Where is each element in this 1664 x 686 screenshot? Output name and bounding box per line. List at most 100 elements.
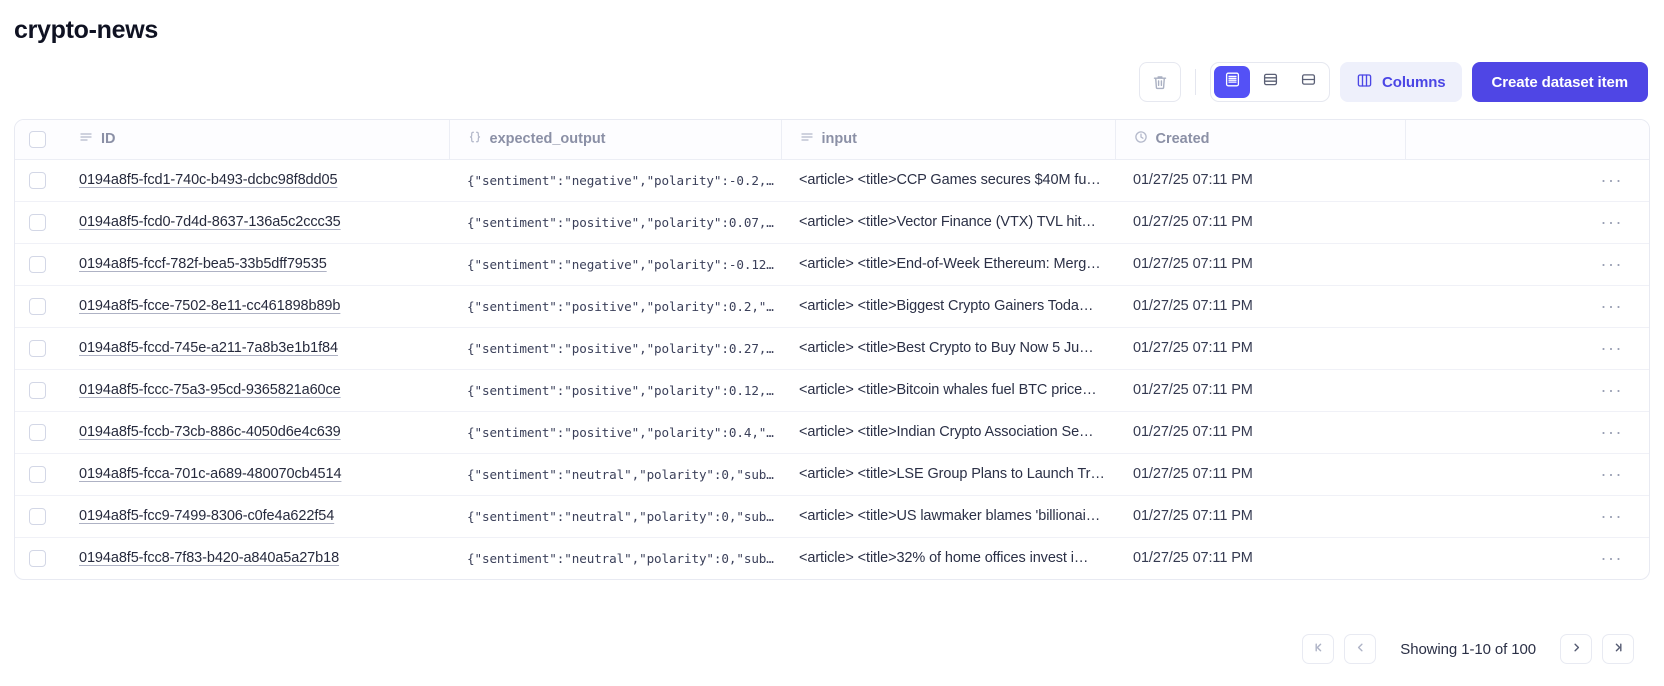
row-select-checkbox[interactable]	[29, 339, 46, 357]
cell-id: 0194a8f5-fccc-75a3-95cd-9365821a60ce	[61, 369, 449, 412]
cell-actions: ···	[1405, 495, 1649, 538]
row-actions-menu-button[interactable]: ···	[1423, 548, 1649, 569]
dataset-item-link[interactable]: 0194a8f5-fcc9-7499-8306-c0fe4a622f54	[79, 508, 334, 524]
row-select-cell	[15, 327, 61, 370]
create-dataset-item-label: Create dataset item	[1491, 73, 1629, 91]
row-select-checkbox[interactable]	[29, 549, 46, 567]
table-row[interactable]: 0194a8f5-fccd-745e-a211-7a8b3e1b1f84 {"se…	[15, 327, 1649, 370]
table-body: 0194a8f5-fcd1-740c-b493-dcbc98f8dd05 {"se…	[15, 159, 1649, 579]
expected-output-value: {"sentiment":"positive","polarity":0.2,"…	[467, 298, 781, 314]
table-row[interactable]: 0194a8f5-fccf-782f-bea5-33b5dff79535 {"se…	[15, 243, 1649, 286]
input-value: <article> <title>32% of home offices inv…	[799, 550, 1089, 567]
cell-id: 0194a8f5-fccd-745e-a211-7a8b3e1b1f84	[61, 327, 449, 370]
columns-button[interactable]: Columns	[1340, 62, 1462, 102]
row-select-checkbox[interactable]	[29, 171, 46, 189]
pagination-status: Showing 1-10 of 100	[1400, 640, 1536, 658]
created-value: 01/27/25 07:11 PM	[1133, 382, 1253, 398]
braces-icon	[468, 130, 482, 148]
input-value: <article> <title>Vector Finance (VTX) TV…	[799, 214, 1096, 230]
first-page-button[interactable]	[1302, 634, 1335, 664]
cell-actions: ···	[1405, 453, 1649, 496]
row-select-checkbox[interactable]	[29, 423, 46, 441]
cell-actions: ···	[1405, 159, 1649, 202]
column-header-expected-output[interactable]: expected_output	[449, 120, 782, 160]
next-page-button[interactable]	[1560, 634, 1592, 664]
table-row[interactable]: 0194a8f5-fcc9-7499-8306-c0fe4a622f54 {"se…	[15, 495, 1649, 538]
row-actions-menu-button[interactable]: ···	[1423, 296, 1649, 317]
dataset-item-link[interactable]: 0194a8f5-fccd-745e-a211-7a8b3e1b1f84	[79, 340, 338, 356]
dataset-item-link[interactable]: 0194a8f5-fcd0-7d4d-8637-136a5c2ccc35	[79, 214, 341, 230]
cell-created: 01/27/25 07:11 PM	[1115, 159, 1405, 202]
table-row[interactable]: 0194a8f5-fccc-75a3-95cd-9365821a60ce {"se…	[15, 369, 1649, 412]
cell-actions: ···	[1405, 537, 1649, 579]
dataset-item-link[interactable]: 0194a8f5-fccb-73cb-886c-4050d6e4c639	[79, 424, 341, 440]
input-value: <article> <title>Indian Crypto Associati…	[799, 424, 1094, 440]
row-actions-menu-button[interactable]: ···	[1423, 254, 1649, 275]
row-select-checkbox[interactable]	[29, 381, 46, 399]
row-actions-menu-button[interactable]: ···	[1423, 338, 1649, 359]
cell-id: 0194a8f5-fcc9-7499-8306-c0fe4a622f54	[61, 495, 449, 538]
table-row[interactable]: 0194a8f5-fcd0-7d4d-8637-136a5c2ccc35 {"se…	[15, 201, 1649, 244]
create-dataset-item-button[interactable]: Create dataset item	[1471, 62, 1648, 102]
row-height-large-button[interactable]	[1290, 66, 1326, 98]
trash-icon	[1152, 74, 1168, 91]
dataset-item-link[interactable]: 0194a8f5-fccf-782f-bea5-33b5dff79535	[79, 256, 327, 272]
dataset-item-link[interactable]: 0194a8f5-fcca-701c-a689-480070cb4514	[79, 466, 342, 482]
cell-created: 01/27/25 07:11 PM	[1115, 369, 1405, 412]
column-header-input[interactable]: input	[781, 120, 1116, 160]
row-actions-menu-button[interactable]: ···	[1423, 464, 1649, 485]
text-lines-icon	[800, 130, 814, 148]
chevron-first-icon	[1312, 641, 1325, 657]
row-select-checkbox[interactable]	[29, 465, 46, 483]
row-actions-menu-button[interactable]: ···	[1423, 212, 1649, 233]
cell-created: 01/27/25 07:11 PM	[1115, 201, 1405, 244]
row-actions-menu-button[interactable]: ···	[1423, 506, 1649, 527]
cell-created: 01/27/25 07:11 PM	[1115, 327, 1405, 370]
chevron-right-icon	[1570, 641, 1583, 657]
cell-input: <article> <title>Indian Crypto Associati…	[781, 411, 1115, 454]
table-row[interactable]: 0194a8f5-fcce-7502-8e11-cc461898b89b {"se…	[15, 285, 1649, 328]
column-header-created-label: Created	[1155, 131, 1210, 148]
cell-actions: ···	[1405, 369, 1649, 412]
created-value: 01/27/25 07:11 PM	[1133, 298, 1253, 314]
last-page-button[interactable]	[1602, 634, 1634, 664]
dataset-item-link[interactable]: 0194a8f5-fcc8-7f83-b420-a840a5a27b18	[79, 550, 339, 566]
cell-expected-output: {"sentiment":"neutral","polarity":0,"sub…	[449, 495, 781, 538]
rows-small-icon	[1224, 71, 1241, 93]
delete-button[interactable]	[1139, 62, 1182, 102]
row-select-checkbox[interactable]	[29, 255, 46, 273]
cell-id: 0194a8f5-fccb-73cb-886c-4050d6e4c639	[61, 411, 449, 454]
row-select-cell	[15, 243, 61, 286]
column-header-id[interactable]: ID	[61, 120, 450, 160]
dataset-item-link[interactable]: 0194a8f5-fcd1-740c-b493-dcbc98f8dd05	[79, 172, 338, 188]
table-row[interactable]: 0194a8f5-fccb-73cb-886c-4050d6e4c639 {"se…	[15, 411, 1649, 454]
row-select-checkbox[interactable]	[29, 213, 46, 231]
row-actions-menu-button[interactable]: ···	[1423, 170, 1649, 191]
cell-actions: ···	[1405, 243, 1649, 286]
input-value: <article> <title>Bitcoin whales fuel BTC…	[799, 382, 1097, 398]
cell-created: 01/27/25 07:11 PM	[1115, 285, 1405, 328]
text-lines-icon	[79, 130, 93, 148]
row-select-cell	[15, 369, 61, 412]
cell-input: <article> <title>CCP Games secures $40M …	[781, 159, 1115, 202]
column-header-created[interactable]: Created	[1115, 120, 1406, 160]
table-row[interactable]: 0194a8f5-fcca-701c-a689-480070cb4514 {"se…	[15, 453, 1649, 496]
row-actions-menu-button[interactable]: ···	[1423, 380, 1649, 401]
cell-created: 01/27/25 07:11 PM	[1115, 453, 1405, 496]
previous-page-button[interactable]	[1344, 634, 1377, 664]
dataset-item-link[interactable]: 0194a8f5-fccc-75a3-95cd-9365821a60ce	[79, 382, 341, 398]
expected-output-value: {"sentiment":"neutral","polarity":0,"sub…	[467, 550, 781, 566]
table-row[interactable]: 0194a8f5-fcc8-7f83-b420-a840a5a27b18 {"se…	[15, 537, 1649, 579]
row-select-checkbox[interactable]	[29, 297, 46, 315]
table-row[interactable]: 0194a8f5-fcd1-740c-b493-dcbc98f8dd05 {"se…	[15, 159, 1649, 202]
row-height-toggle-group	[1210, 62, 1331, 102]
row-height-small-button[interactable]	[1214, 66, 1251, 98]
row-actions-menu-button[interactable]: ···	[1423, 422, 1649, 443]
cell-id: 0194a8f5-fcca-701c-a689-480070cb4514	[61, 453, 449, 496]
cell-expected-output: {"sentiment":"neutral","polarity":0,"sub…	[449, 453, 781, 496]
row-height-medium-button[interactable]	[1252, 66, 1288, 98]
row-select-checkbox[interactable]	[29, 507, 46, 525]
dataset-item-link[interactable]: 0194a8f5-fcce-7502-8e11-cc461898b89b	[79, 298, 340, 314]
column-header-input-label: input	[821, 131, 857, 148]
select-all-checkbox[interactable]	[29, 130, 46, 148]
